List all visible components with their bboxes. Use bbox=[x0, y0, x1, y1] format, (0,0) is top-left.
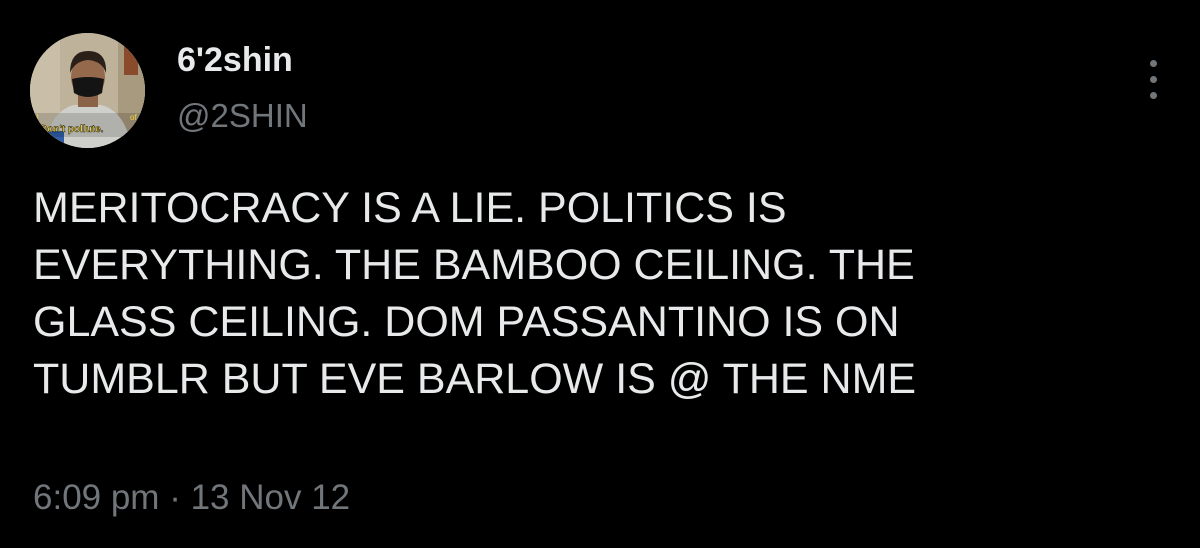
more-options-button[interactable] bbox=[1138, 56, 1168, 104]
meta-separator: · bbox=[169, 478, 181, 517]
avatar-caption-fragment-right: of bbox=[130, 113, 137, 122]
tweet-text-line: TUMBLR BUT EVE BARLOW IS @ THE NME bbox=[33, 355, 917, 403]
more-vertical-icon-dot bbox=[1150, 76, 1157, 83]
tweet-date: 13 Nov 12 bbox=[190, 478, 351, 517]
tweet-timestamp[interactable]: 6:09 pm · 13 Nov 12 bbox=[33, 480, 350, 515]
tweet: al of Don't pollute. 6'2shin @2SHIN MERI… bbox=[0, 0, 1200, 548]
tweet-text: MERITOCRACY IS A LIE. POLITICS IS EVERYT… bbox=[33, 180, 1153, 408]
avatar-photo: al of Don't pollute. bbox=[30, 33, 145, 148]
tweet-text-line: MERITOCRACY IS A LIE. POLITICS IS bbox=[33, 184, 787, 232]
user-handle[interactable]: @2SHIN bbox=[177, 99, 308, 132]
avatar-caption-fragment-left: al bbox=[32, 113, 38, 122]
tweet-text-line: GLASS CEILING. DOM PASSANTINO IS ON bbox=[33, 298, 900, 346]
more-vertical-icon bbox=[1150, 60, 1157, 67]
avatar-caption: Don't pollute. bbox=[40, 124, 104, 135]
tweet-time: 6:09 pm bbox=[33, 478, 160, 517]
display-name[interactable]: 6'2shin bbox=[177, 43, 293, 77]
more-vertical-icon-dot bbox=[1150, 92, 1157, 99]
avatar[interactable]: al of Don't pollute. bbox=[30, 33, 145, 148]
tweet-text-line: EVERYTHING. THE BAMBOO CEILING. THE bbox=[33, 241, 915, 289]
